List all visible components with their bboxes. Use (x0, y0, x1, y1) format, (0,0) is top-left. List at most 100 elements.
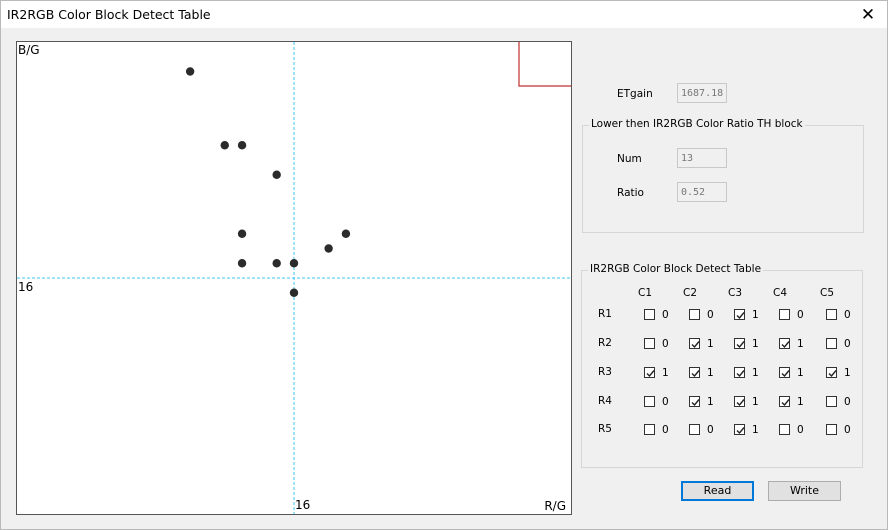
checkbox[interactable] (644, 338, 655, 349)
checkbox[interactable] (779, 396, 790, 407)
check-icon (781, 341, 790, 349)
etgain-field: 1687.18 (677, 83, 727, 103)
th-block-outline (518, 42, 571, 87)
cell-r3-c5: 1 (826, 367, 858, 381)
cell-r1-c3: 1 (734, 309, 766, 323)
cell-r1-c4: 0 (779, 309, 811, 323)
cell-r3-c3: 1 (734, 367, 766, 381)
cell-r5-c3: 1 (734, 424, 766, 438)
checkbox[interactable] (826, 338, 837, 349)
check-icon (691, 399, 700, 407)
checkbox[interactable] (689, 309, 700, 320)
num-label: Num (617, 153, 642, 165)
cell-value: 1 (752, 338, 759, 350)
num-field: 13 (677, 148, 727, 168)
cell-value: 0 (797, 309, 804, 321)
cell-r4-c3: 1 (734, 396, 766, 410)
checkbox[interactable] (826, 309, 837, 320)
check-icon (691, 341, 700, 349)
cell-r5-c5: 0 (826, 424, 858, 438)
checkbox[interactable] (734, 396, 745, 407)
checkbox[interactable] (644, 424, 655, 435)
checkbox[interactable] (644, 309, 655, 320)
cell-r5-c4: 0 (779, 424, 811, 438)
cell-value: 0 (662, 396, 669, 408)
detect-table-group-title: IR2RGB Color Block Detect Table (588, 263, 764, 275)
cell-value: 1 (707, 396, 714, 408)
row-label-r4: R4 (598, 395, 612, 407)
cell-r4-c5: 0 (826, 396, 858, 410)
check-icon (691, 370, 700, 378)
data-point (289, 288, 299, 297)
close-icon[interactable]: ✕ (853, 2, 883, 28)
data-point (237, 229, 247, 238)
check-icon (736, 370, 745, 378)
cell-value: 0 (844, 396, 851, 408)
data-point (272, 259, 281, 268)
check-icon (736, 341, 745, 349)
checkbox[interactable] (826, 396, 837, 407)
cell-value: 1 (707, 338, 714, 350)
checkbox[interactable] (826, 424, 837, 435)
check-icon (736, 399, 745, 407)
cell-r5-c2: 0 (689, 424, 721, 438)
window-title: IR2RGB Color Block Detect Table (7, 7, 211, 22)
checkbox[interactable] (779, 309, 790, 320)
checkbox[interactable] (689, 424, 700, 435)
h-guide-label: 16 (18, 280, 34, 294)
cell-r2-c2: 1 (689, 338, 721, 352)
v-guide-label: 16 (295, 498, 311, 512)
cell-value: 0 (662, 309, 669, 321)
column-header-c1: C1 (638, 287, 653, 299)
checkbox[interactable] (689, 338, 700, 349)
scatter-plot-svg (17, 42, 571, 514)
cell-value: 0 (844, 338, 851, 350)
row-label-r2: R2 (598, 337, 612, 349)
check-icon (781, 399, 790, 407)
cell-value: 1 (752, 367, 759, 379)
data-point (237, 141, 247, 150)
data-point (341, 229, 351, 238)
checkbox[interactable] (779, 367, 790, 378)
row-label-r1: R1 (598, 308, 612, 320)
checkbox[interactable] (689, 396, 700, 407)
cell-value: 1 (707, 367, 714, 379)
cell-r4-c4: 1 (779, 396, 811, 410)
cell-r2-c4: 1 (779, 338, 811, 352)
data-point (324, 244, 333, 253)
cell-value: 1 (797, 396, 804, 408)
data-point (185, 67, 195, 76)
color-ratio-plot: B/G R/G 16 16 (16, 41, 572, 515)
column-header-c5: C5 (820, 287, 835, 299)
check-icon (736, 312, 745, 320)
check-icon (781, 370, 790, 378)
title-bar: IR2RGB Color Block Detect Table ✕ (1, 1, 887, 28)
dialog-window: IR2RGB Color Block Detect Table ✕ B/G R/… (0, 0, 888, 530)
checkbox[interactable] (779, 338, 790, 349)
checkbox[interactable] (734, 424, 745, 435)
read-button[interactable]: Read (681, 481, 754, 501)
lower-ratio-group-title: Lower then IR2RGB Color Ratio TH block (589, 118, 805, 130)
cell-r3-c2: 1 (689, 367, 721, 381)
cell-value: 1 (752, 309, 759, 321)
column-header-c2: C2 (683, 287, 698, 299)
cell-value: 0 (844, 424, 851, 436)
check-icon (828, 370, 837, 378)
cell-r4-c2: 1 (689, 396, 721, 410)
checkbox[interactable] (644, 367, 655, 378)
cell-value: 1 (797, 338, 804, 350)
cell-r3-c4: 1 (779, 367, 811, 381)
cell-value: 1 (844, 367, 851, 379)
checkbox[interactable] (734, 367, 745, 378)
check-icon (646, 370, 655, 378)
checkbox[interactable] (826, 367, 837, 378)
checkbox[interactable] (734, 309, 745, 320)
checkbox[interactable] (734, 338, 745, 349)
write-button[interactable]: Write (768, 481, 841, 501)
checkbox[interactable] (689, 367, 700, 378)
row-label-r3: R3 (598, 366, 612, 378)
checkbox[interactable] (644, 396, 655, 407)
column-header-c4: C4 (773, 287, 788, 299)
checkbox[interactable] (779, 424, 790, 435)
cell-r2-c3: 1 (734, 338, 766, 352)
